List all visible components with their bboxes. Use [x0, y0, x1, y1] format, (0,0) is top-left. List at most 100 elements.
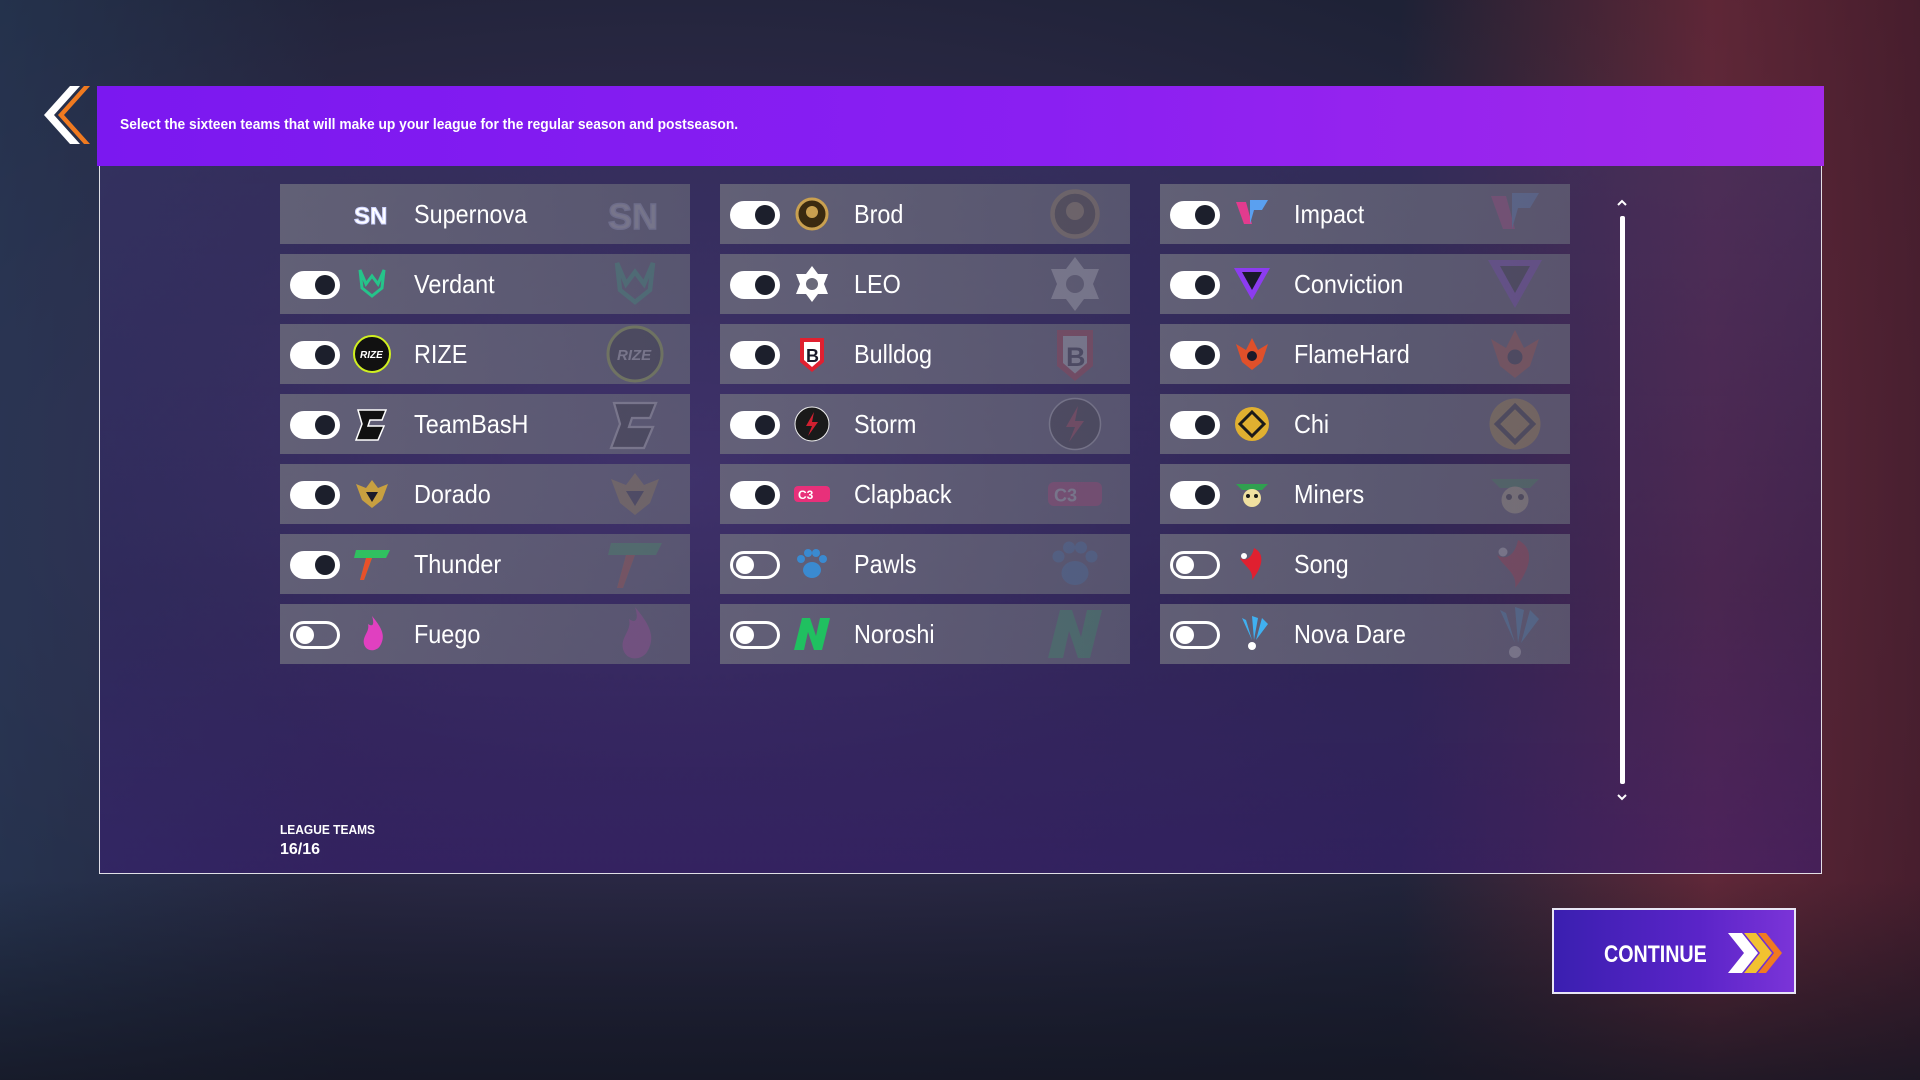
back-button[interactable] [40, 84, 92, 146]
flamehard-icon [1232, 334, 1272, 374]
storm-watermark-icon [1030, 394, 1120, 454]
leo-icon [792, 264, 832, 304]
supernova-icon: SN [352, 194, 392, 234]
song-icon [1232, 544, 1272, 584]
continue-button[interactable]: CONTINUE [1552, 908, 1796, 994]
toggle-knob [755, 415, 775, 435]
toggle-knob [1195, 485, 1215, 505]
team-name: Supernova [414, 199, 528, 229]
miners-watermark-icon [1470, 464, 1560, 524]
team-name: FlameHard [1294, 339, 1410, 369]
team-card[interactable]: Brod [720, 184, 1130, 244]
bulldog-icon: B [792, 334, 832, 374]
team-toggle[interactable] [730, 481, 780, 509]
toggle-knob [736, 626, 754, 644]
svg-text:RIZE: RIZE [617, 347, 652, 364]
brod-icon [792, 194, 832, 234]
toggle-knob [315, 555, 335, 575]
toggle-knob [315, 485, 335, 505]
team-card[interactable]: Impact [1160, 184, 1570, 244]
team-name: LEO [854, 269, 901, 299]
team-card[interactable]: LEO [720, 254, 1130, 314]
pawls-watermark-icon [1030, 534, 1120, 594]
teambash-watermark-icon [590, 394, 680, 454]
team-card[interactable]: Fuego [280, 604, 690, 664]
back-chevron-icon [44, 86, 90, 144]
team-card[interactable]: Song [1160, 534, 1570, 594]
fuego-icon [352, 614, 392, 654]
team-name: Brod [854, 199, 904, 229]
team-toggle[interactable] [730, 201, 780, 229]
pawls-icon [792, 544, 832, 584]
team-card[interactable]: Conviction [1160, 254, 1570, 314]
chevron-down-icon [1617, 794, 1627, 801]
toggle-knob [755, 345, 775, 365]
team-toggle[interactable] [730, 621, 780, 649]
team-toggle[interactable] [290, 411, 340, 439]
team-card[interactable]: Thunder [280, 534, 690, 594]
miners-icon [1232, 474, 1272, 514]
team-toggle[interactable] [730, 551, 780, 579]
team-toggle[interactable] [730, 271, 780, 299]
dorado-watermark-icon [590, 464, 680, 524]
toggle-knob [755, 275, 775, 295]
noroshi-icon [792, 614, 832, 654]
team-card[interactable]: TeamBasH [280, 394, 690, 454]
team-name: Pawls [854, 549, 917, 579]
team-card[interactable]: B Bulldog B [720, 324, 1130, 384]
clapback-watermark-icon: C3 [1030, 464, 1120, 524]
verdant-watermark-icon [590, 254, 680, 314]
team-toggle[interactable] [730, 341, 780, 369]
team-name: Song [1294, 549, 1349, 579]
thunder-icon [352, 544, 392, 584]
team-toggle[interactable] [290, 551, 340, 579]
team-toggle[interactable] [290, 621, 340, 649]
scrollbar[interactable] [1620, 216, 1625, 784]
scroll-down-button[interactable] [1614, 790, 1630, 802]
team-card[interactable]: RIZE RIZE RIZE [280, 324, 690, 384]
svg-text:SN: SN [608, 196, 658, 237]
team-toggle[interactable] [1170, 621, 1220, 649]
team-card[interactable]: Miners [1160, 464, 1570, 524]
toggle-knob [1195, 205, 1215, 225]
chevron-up-icon [1617, 199, 1627, 206]
team-card[interactable]: Dorado [280, 464, 690, 524]
team-card[interactable]: Noroshi [720, 604, 1130, 664]
team-card[interactable]: Pawls [720, 534, 1130, 594]
instruction-header: Select the sixteen teams that will make … [97, 86, 1824, 166]
scroll-up-button[interactable] [1614, 196, 1630, 208]
team-toggle[interactable] [1170, 481, 1220, 509]
team-toggle[interactable] [1170, 271, 1220, 299]
team-name: Verdant [414, 269, 495, 299]
team-toggle[interactable] [1170, 551, 1220, 579]
team-name: Storm [854, 409, 917, 439]
bulldog-watermark-icon: B [1030, 324, 1120, 384]
team-card[interactable]: Chi [1160, 394, 1570, 454]
team-toggle[interactable] [290, 341, 340, 369]
toggle-knob [755, 205, 775, 225]
team-toggle[interactable] [1170, 341, 1220, 369]
noroshi-watermark-icon [1030, 604, 1120, 664]
svg-text:C3: C3 [1054, 486, 1077, 506]
teambash-icon [352, 404, 392, 444]
chi-watermark-icon [1470, 394, 1560, 454]
toggle-knob [315, 345, 335, 365]
team-toggle[interactable] [290, 271, 340, 299]
team-card[interactable]: Verdant [280, 254, 690, 314]
team-toggle[interactable] [1170, 411, 1220, 439]
team-toggle[interactable] [730, 411, 780, 439]
conviction-watermark-icon [1470, 254, 1560, 314]
team-toggle[interactable] [290, 481, 340, 509]
team-toggle[interactable] [1170, 201, 1220, 229]
team-name: TeamBasH [414, 409, 529, 439]
team-name: Noroshi [854, 619, 935, 649]
team-card[interactable]: C3 Clapback C3 [720, 464, 1130, 524]
svg-text:RIZE: RIZE [360, 350, 383, 361]
team-card[interactable]: Nova Dare [1160, 604, 1570, 664]
team-card[interactable]: SN Supernova SN [280, 184, 690, 244]
leo-watermark-icon [1030, 254, 1120, 314]
team-card[interactable]: Storm [720, 394, 1130, 454]
thunder-watermark-icon [590, 534, 680, 594]
team-card[interactable]: FlameHard [1160, 324, 1570, 384]
continue-label: CONTINUE [1604, 941, 1707, 968]
